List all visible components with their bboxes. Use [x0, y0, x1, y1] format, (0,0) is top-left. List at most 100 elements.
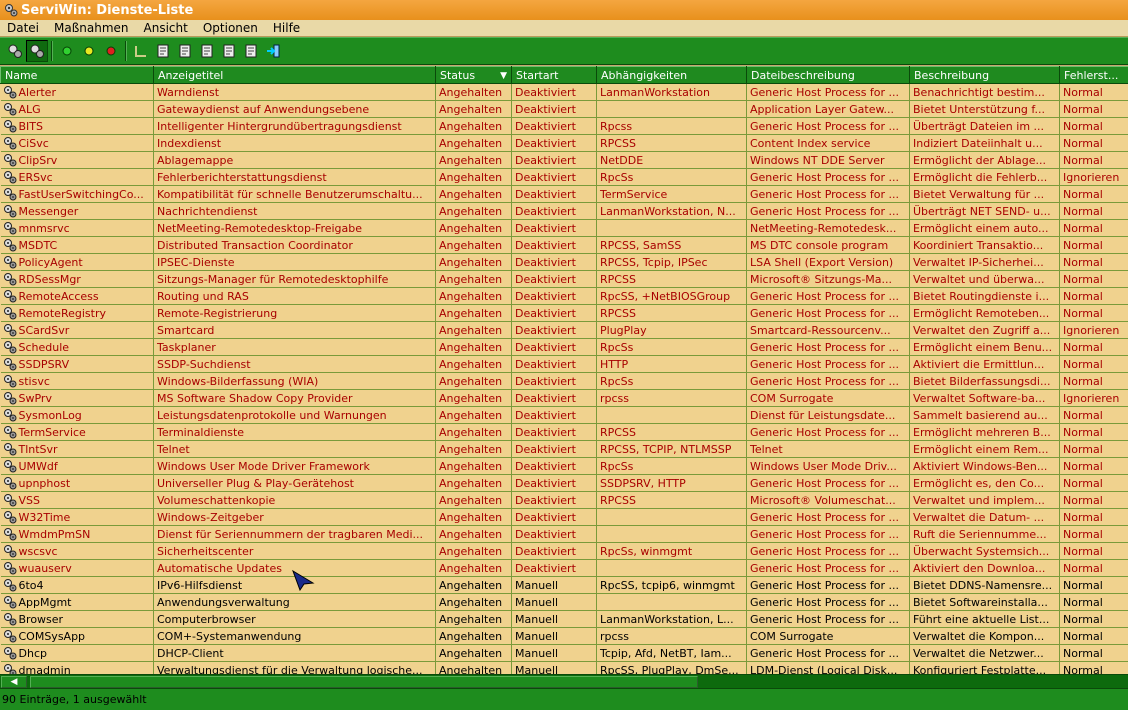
table-row[interactable]: Browser Computerbrowser Angehalten Manuell L…: [0, 610, 1128, 628]
table-row[interactable]: mnmsrvc NetMeeting-Remotedesktop-Freigabe…: [0, 219, 1128, 237]
column-header-error-control[interactable]: Fehlerst...: [1059, 66, 1128, 84]
drivers-button[interactable]: [26, 40, 48, 62]
service-gear-icon: [3, 324, 16, 337]
table-row[interactable]: WmdmPmSN Dienst für Seriennummern der tra…: [0, 525, 1128, 543]
table-row[interactable]: 6to4 IPv6-Hilfsdienst Angehalten Manuell Rpc…: [0, 576, 1128, 594]
table-row[interactable]: W32Time Windows-Zeitgeber Angehalten Deakti…: [0, 508, 1128, 526]
column-header-start-type[interactable]: Startart: [511, 66, 597, 84]
menu-help[interactable]: Hilfe: [266, 21, 308, 35]
table-row[interactable]: wuauserv Automatische Updates Angehalten De…: [0, 559, 1128, 577]
column-header-display-name[interactable]: Anzeigetitel: [153, 66, 436, 84]
table-row[interactable]: stisvc Windows-Bilderfassung (WIA) Angehal…: [0, 372, 1128, 390]
menu-view[interactable]: Ansicht: [137, 21, 196, 35]
cell-error-control: Normal: [1059, 117, 1128, 135]
table-row[interactable]: SwPrv MS Software Shadow Copy Provider Ang…: [0, 389, 1128, 407]
cell-status: Angehalten: [435, 117, 512, 135]
gears-icon: [5, 4, 18, 17]
cell-error-control: Normal: [1059, 593, 1128, 611]
cell-display-name: Ablagemappe: [153, 151, 436, 169]
exit-button[interactable]: [262, 40, 284, 62]
table-row[interactable]: BITS Intelligenter Hintergrundübertragung…: [0, 117, 1128, 135]
table-row[interactable]: SysmonLog Leistungsdatenprotokolle und Wa…: [0, 406, 1128, 424]
table-row[interactable]: wscsvc Sicherheitscenter Angehalten Deaktiv…: [0, 542, 1128, 560]
cell-description: Bietet Softwareinstalla...: [909, 593, 1060, 611]
status-bar: 90 Einträge, 1 ausgewählt: [0, 688, 1128, 710]
cell-status: Angehalten: [435, 440, 512, 458]
horizontal-scrollbar[interactable]: ◀: [0, 674, 1128, 688]
cell-start-type: Deaktiviert: [511, 457, 597, 475]
cell-description: Ermöglicht einem Rem...: [909, 440, 1060, 458]
cell-start-type: Manuell: [511, 661, 597, 674]
cell-display-name: Verwaltungsdienst für die Verwaltung log…: [153, 661, 436, 674]
service-gear-icon: [3, 154, 16, 167]
table-row[interactable]: AppMgmt Anwendungsverwaltung Angehalten Man…: [0, 593, 1128, 611]
cell-dependencies: SSDPSRV, HTTP: [596, 474, 747, 492]
menu-bar: Datei Maßnahmen Ansicht Optionen Hilfe: [0, 20, 1128, 37]
column-header-file-description[interactable]: Dateibeschreibung: [746, 66, 910, 84]
cell-start-type: Deaktiviert: [511, 389, 597, 407]
cell-display-name: Computerbrowser: [153, 610, 436, 628]
properties-icon: [157, 44, 169, 58]
table-row[interactable]: MSDTC Distributed Transaction Coordinator…: [0, 236, 1128, 254]
exit-icon: [267, 44, 280, 58]
cell-display-name: Intelligenter Hintergrundübertragungsdie…: [153, 117, 436, 135]
table-row[interactable]: VSS Volumeschattenkopie Angehalten Deaktivi…: [0, 491, 1128, 509]
column-header-description[interactable]: Beschreibung: [909, 66, 1060, 84]
table-row[interactable]: Dhcp DHCP-Client Angehalten Manuell Tcpip, A…: [0, 644, 1128, 662]
table-row[interactable]: ERSvc Fehlerberichterstattungsdienst Angeh…: [0, 168, 1128, 186]
menu-actions[interactable]: Maßnahmen: [47, 21, 137, 35]
pause-button[interactable]: [78, 40, 100, 62]
stop-button[interactable]: [100, 40, 122, 62]
services-list[interactable]: Name Anzeigetitel Status ▼ Startart Abhän…: [0, 66, 1128, 674]
cell-status: Angehalten: [435, 406, 512, 424]
table-row[interactable]: TermService Terminaldienste Angehalten Deak…: [0, 423, 1128, 441]
table-row[interactable]: Schedule Taskplaner Angehalten Deaktiviert R…: [0, 338, 1128, 356]
copy-button[interactable]: [174, 40, 196, 62]
table-row[interactable]: ClipSrv Ablagemappe Angehalten Deaktiviert N…: [0, 151, 1128, 169]
cell-status: Angehalten: [435, 304, 512, 322]
table-row[interactable]: COMSysApp COM+-Systemanwendung Angehalten M…: [0, 627, 1128, 645]
table-row[interactable]: UMWdf Windows User Mode Driver Framework A…: [0, 457, 1128, 475]
cell-error-control: Normal: [1059, 151, 1128, 169]
cell-file-description: Generic Host Process for ...: [746, 508, 910, 526]
table-row[interactable]: upnphost Universeller Plug & Play-Geräteh…: [0, 474, 1128, 492]
cell-description: Koordiniert Transaktio...: [909, 236, 1060, 254]
scroll-left-button[interactable]: ◀: [1, 676, 27, 688]
column-header-name[interactable]: Name: [0, 66, 154, 84]
table-row[interactable]: TlntSvr Telnet Angehalten Deaktiviert RPCSS,…: [0, 440, 1128, 458]
cell-file-description: COM Surrogate: [746, 627, 910, 645]
table-row[interactable]: ALG Gatewaydienst auf Anwendungsebene Ange…: [0, 100, 1128, 118]
cell-description: Ermöglicht mehreren B...: [909, 423, 1060, 441]
start-button[interactable]: [56, 40, 78, 62]
cell-display-name: Leistungsdatenprotokolle und Warnungen: [153, 406, 436, 424]
menu-file[interactable]: Datei: [0, 21, 47, 35]
table-row[interactable]: SCardSvr Smartcard Angehalten Deaktiviert Pl…: [0, 321, 1128, 339]
report-button[interactable]: [218, 40, 240, 62]
table-row[interactable]: RemoteAccess Routing und RAS Angehalten Dea…: [0, 287, 1128, 305]
cell-name: VSS: [0, 491, 154, 509]
table-row[interactable]: FastUserSwitchingCo... Kompatibilität für…: [0, 185, 1128, 203]
properties-button[interactable]: [152, 40, 174, 62]
cell-dependencies: PlugPlay: [596, 321, 747, 339]
cell-status: Angehalten: [435, 270, 512, 288]
services-button[interactable]: [4, 40, 26, 62]
cell-file-description: Generic Host Process for ...: [746, 355, 910, 373]
find-button[interactable]: [240, 40, 262, 62]
table-row[interactable]: RDSessMgr Sitzungs-Manager für Remotedesk…: [0, 270, 1128, 288]
scroll-thumb[interactable]: [30, 676, 698, 688]
table-row[interactable]: dmadmin Verwaltungsdienst für die Verwalt…: [0, 661, 1128, 674]
column-header-status[interactable]: Status ▼: [435, 66, 512, 84]
menu-options[interactable]: Optionen: [196, 21, 266, 35]
column-header-dependencies[interactable]: Abhängigkeiten: [596, 66, 747, 84]
table-row[interactable]: Alerter Warndienst Angehalten Deaktiviert La…: [0, 83, 1128, 101]
table-row[interactable]: PolicyAgent IPSEC-Dienste Angehalten Deakti…: [0, 253, 1128, 271]
cell-dependencies: LanmanWorkstation, N...: [596, 202, 747, 220]
table-row[interactable]: SSDPSRV SSDP-Suchdienst Angehalten Deaktivi…: [0, 355, 1128, 373]
cell-name: UMWdf: [0, 457, 154, 475]
cell-status: Angehalten: [435, 151, 512, 169]
startup-type-button[interactable]: [130, 40, 152, 62]
table-row[interactable]: Messenger Nachrichtendienst Angehalten Deak…: [0, 202, 1128, 220]
save-button[interactable]: [196, 40, 218, 62]
table-row[interactable]: RemoteRegistry Remote-Registrierung Angeha…: [0, 304, 1128, 322]
table-row[interactable]: CiSvc Indexdienst Angehalten Deaktiviert RPC…: [0, 134, 1128, 152]
